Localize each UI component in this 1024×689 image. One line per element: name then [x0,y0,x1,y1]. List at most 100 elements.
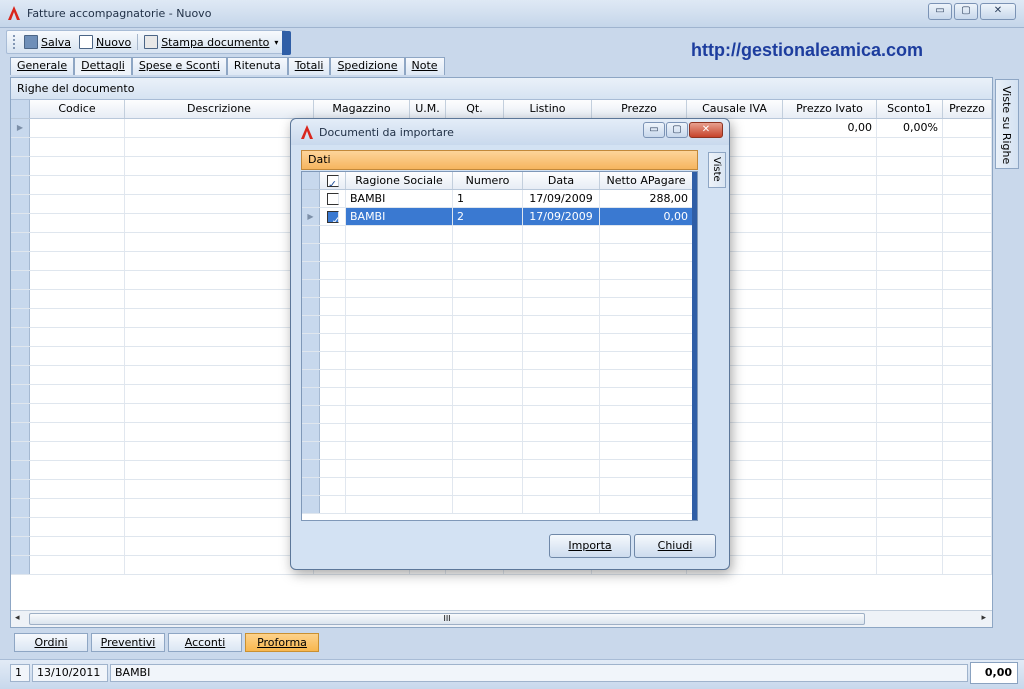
row-selector[interactable] [302,334,320,351]
table-cell[interactable] [30,404,125,422]
table-cell[interactable] [943,252,992,270]
table-cell[interactable] [783,499,877,517]
dialog-maximize-button[interactable]: ▢ [666,122,688,138]
row-selector[interactable] [11,290,30,308]
table-cell[interactable] [346,460,453,477]
table-cell[interactable] [877,195,943,213]
table-cell[interactable] [943,233,992,251]
table-cell[interactable] [30,461,125,479]
table-cell[interactable] [320,244,346,261]
table-row[interactable] [302,442,697,460]
table-cell[interactable] [943,366,992,384]
table-cell[interactable] [877,480,943,498]
table-cell[interactable] [125,518,314,536]
column-header-um[interactable]: U.M. [410,100,446,118]
row-selector[interactable] [302,388,320,405]
table-cell[interactable] [30,442,125,460]
table-cell[interactable] [125,252,314,270]
table-cell[interactable] [453,262,523,279]
table-cell[interactable] [877,556,943,574]
row-selector[interactable] [11,309,30,327]
tab-proforma[interactable]: Proforma [245,633,319,652]
table-cell[interactable] [346,316,453,333]
table-cell[interactable] [523,352,600,369]
table-cell[interactable] [453,424,523,441]
column-header-codice[interactable]: Codice [30,100,125,118]
table-cell[interactable] [877,366,943,384]
table-cell[interactable] [877,157,943,175]
table-cell[interactable] [783,138,877,156]
table-row[interactable] [302,370,697,388]
row-selector[interactable] [11,499,30,517]
row-selector[interactable] [11,214,30,232]
table-cell[interactable] [30,290,125,308]
table-row[interactable] [302,460,697,478]
table-row[interactable] [302,298,697,316]
table-cell[interactable] [523,496,600,513]
table-cell[interactable] [877,423,943,441]
table-cell[interactable] [943,404,992,422]
table-cell[interactable] [943,157,992,175]
row-checkbox[interactable]: ✓ [320,208,346,225]
table-cell[interactable] [320,334,346,351]
table-cell[interactable] [320,406,346,423]
print-document-button[interactable]: Stampa documento ▾ [140,32,282,52]
table-cell[interactable] [943,537,992,555]
column-header-ragione-sociale[interactable]: Ragione Sociale [346,172,453,189]
table-cell[interactable] [523,478,600,495]
table-cell[interactable] [320,280,346,297]
table-cell[interactable] [783,233,877,251]
column-header-descrizione[interactable]: Descrizione [125,100,314,118]
table-cell[interactable] [453,406,523,423]
table-row[interactable] [302,424,697,442]
table-cell[interactable] [125,347,314,365]
table-cell[interactable] [125,556,314,574]
tab-spedizione[interactable]: Spedizione [330,57,405,75]
table-cell[interactable] [320,496,346,513]
table-cell[interactable] [783,347,877,365]
table-cell[interactable] [943,556,992,574]
table-cell[interactable] [877,385,943,403]
table-cell[interactable] [523,442,600,459]
table-cell[interactable] [600,442,693,459]
table-cell[interactable] [523,226,600,243]
table-cell[interactable] [783,385,877,403]
table-cell[interactable] [783,404,877,422]
table-cell[interactable] [783,195,877,213]
table-cell[interactable] [783,252,877,270]
row-selector[interactable] [11,480,30,498]
row-selector[interactable] [302,370,320,387]
tab-spese-sconti[interactable]: Spese e Sconti [131,57,227,75]
table-cell[interactable] [523,334,600,351]
table-cell[interactable] [600,478,693,495]
row-selector[interactable] [11,138,30,156]
row-checkbox[interactable] [320,190,346,207]
row-selector[interactable] [11,328,30,346]
table-cell[interactable] [523,406,600,423]
column-header-sconto1[interactable]: Sconto1 [877,100,943,118]
dialog-close-button[interactable]: ✕ [689,122,723,138]
table-cell[interactable] [523,460,600,477]
table-cell[interactable] [320,298,346,315]
table-cell[interactable] [523,424,600,441]
table-cell[interactable] [125,271,314,289]
table-cell[interactable] [30,480,125,498]
table-cell[interactable] [877,176,943,194]
column-header-netto-apagare[interactable]: Netto APagare [600,172,693,189]
table-cell[interactable] [600,406,693,423]
table-cell[interactable] [346,334,453,351]
table-cell[interactable] [320,460,346,477]
table-cell[interactable] [125,480,314,498]
row-selector[interactable] [11,252,30,270]
maximize-button[interactable]: ▢ [954,3,978,20]
table-cell[interactable] [600,424,693,441]
table-cell[interactable] [523,280,600,297]
table-cell[interactable] [877,328,943,346]
table-cell[interactable] [30,176,125,194]
table-cell[interactable] [30,157,125,175]
table-cell[interactable] [783,537,877,555]
dialog-viste-tab[interactable]: Viste [708,152,726,188]
table-cell[interactable] [346,442,453,459]
table-cell[interactable] [600,280,693,297]
table-cell[interactable] [30,385,125,403]
